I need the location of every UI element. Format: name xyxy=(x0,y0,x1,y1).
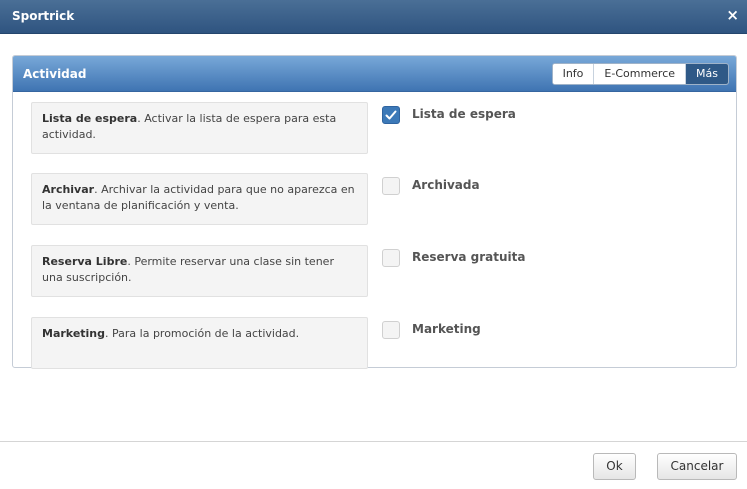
activity-panel: Actividad Info E-Commerce Más Lista de e… xyxy=(12,55,737,369)
option-description-text: . Para la promoción de la actividad. xyxy=(105,327,300,340)
ok-button[interactable]: Ok xyxy=(593,453,636,480)
checkmark-icon xyxy=(385,110,397,120)
option-description: Lista de espera. Activar la lista de esp… xyxy=(31,102,368,154)
cancel-button[interactable]: Cancelar xyxy=(657,453,737,480)
dialog-title: Sportrick xyxy=(12,9,75,23)
reserva-gratuita-checkbox[interactable] xyxy=(382,249,400,267)
option-description: Marketing. Para la promoción de la activ… xyxy=(31,317,368,369)
dialog-titlebar: Sportrick × xyxy=(0,0,747,34)
marketing-label[interactable]: Marketing xyxy=(412,322,481,336)
close-icon[interactable]: × xyxy=(726,8,739,23)
option-description-title: Archivar xyxy=(42,183,95,196)
tab-ecommerce[interactable]: E-Commerce xyxy=(593,64,686,84)
option-description: Archivar. Archivar la actividad para que… xyxy=(31,173,368,225)
lista-espera-label[interactable]: Lista de espera xyxy=(412,107,516,121)
tab-bar: Info E-Commerce Más xyxy=(551,63,729,85)
tab-mas[interactable]: Más xyxy=(685,64,728,84)
marketing-checkbox[interactable] xyxy=(382,321,400,339)
option-description: Reserva Libre. Permite reservar una clas… xyxy=(31,245,368,297)
panel-title: Actividad xyxy=(23,67,87,81)
panel-header: Actividad Info E-Commerce Más xyxy=(13,56,736,92)
option-description-title: Marketing xyxy=(42,327,106,340)
archivada-label[interactable]: Archivada xyxy=(412,178,480,192)
reserva-gratuita-label[interactable]: Reserva gratuita xyxy=(412,250,526,264)
tab-info[interactable]: Info xyxy=(552,64,594,84)
option-description-title: Lista de espera xyxy=(42,112,138,125)
footer-divider xyxy=(0,441,747,442)
archivada-checkbox[interactable] xyxy=(382,177,400,195)
lista-espera-checkbox[interactable] xyxy=(382,106,400,124)
option-description-title: Reserva Libre xyxy=(42,255,128,268)
